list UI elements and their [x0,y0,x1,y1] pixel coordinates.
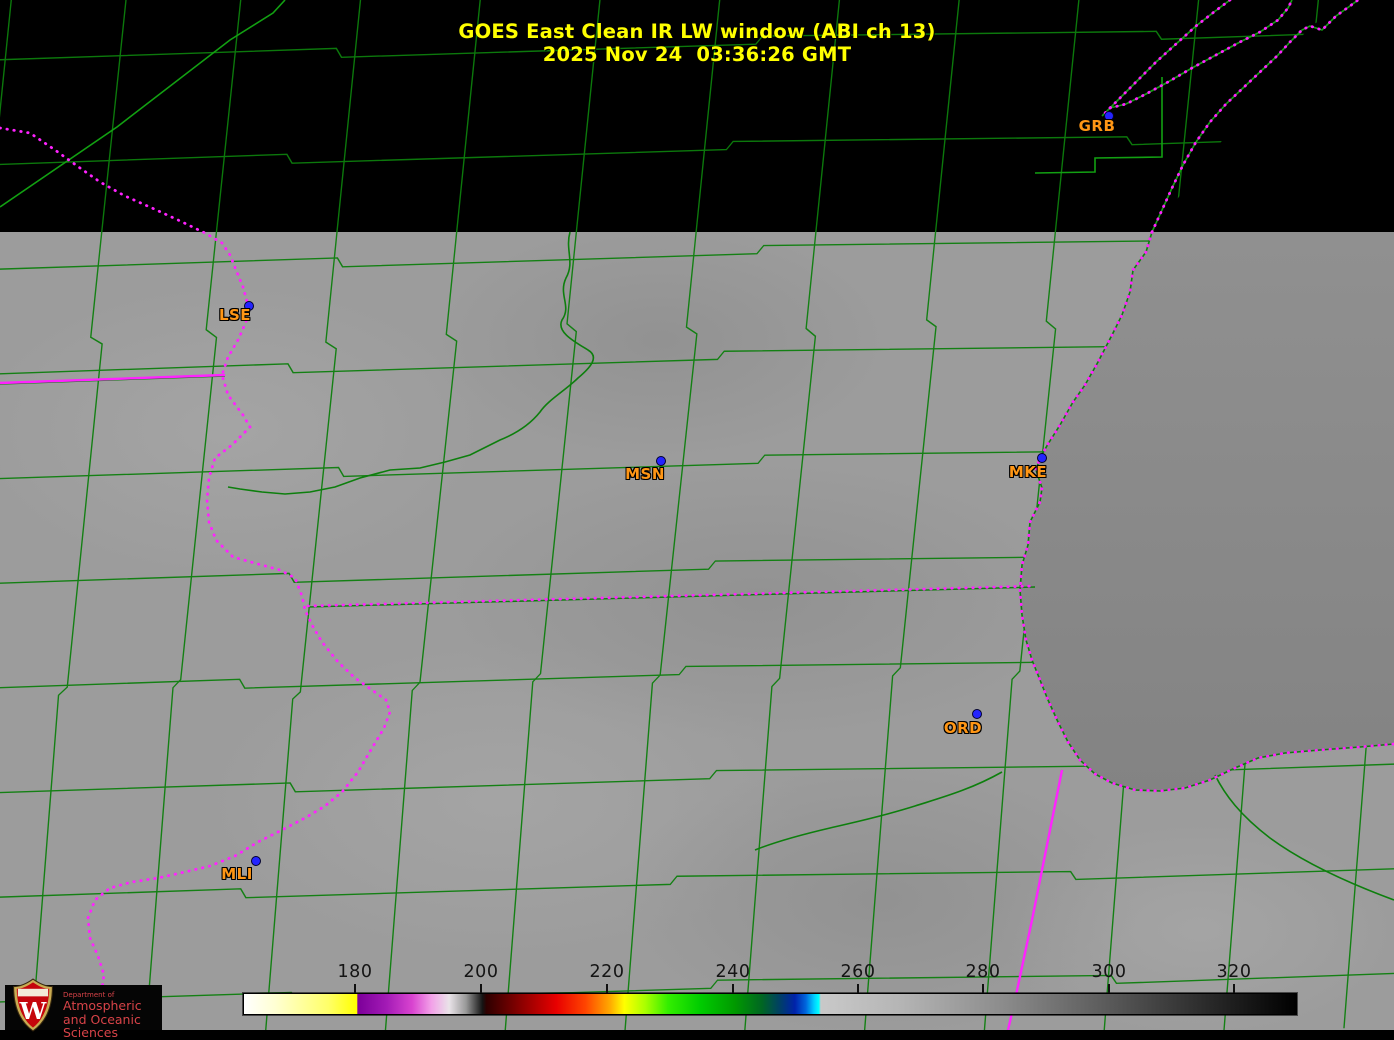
station-dot-MKE [1037,453,1047,463]
colorbar-tick-260 [857,984,859,993]
svg-text:W: W [19,997,47,1025]
station-label-MLI: MLI [221,865,253,883]
colorbar-label-240: 240 [715,962,751,982]
logo-name-line1: Atmospheric [63,998,142,1013]
station-label-LSE: LSE [218,306,252,324]
colorbar-label-220: 220 [589,962,625,982]
colorbar-tick-320 [1233,984,1235,993]
satellite-map [0,0,1394,1030]
colorbar-label-200: 200 [463,962,499,982]
colorbar-tick-220 [606,984,608,993]
colorbar-label-280: 280 [965,962,1001,982]
colorbar-tick-300 [1108,984,1110,993]
station-label-ORD: ORD [943,719,983,737]
colorbar-label-320: 320 [1216,962,1252,982]
station-label-MKE: MKE [1008,463,1048,481]
timestamp: 2025 Nov 24 03:36:26 GMT [542,43,852,66]
station-label-GRB: GRB [1078,117,1116,135]
colorbar-label-260: 260 [840,962,876,982]
satellite-image-viewport: GOES East Clean IR LW window (ABI ch 13)… [0,0,1394,1038]
colorbar-tick-240 [732,984,734,993]
station-label-MSN: MSN [625,465,665,483]
uw-aos-logo: W Department of Atmospheric and Oceanic … [5,978,162,1038]
logo-name-line2: and Oceanic Sciences [63,1012,141,1040]
temperature-colorbar [243,993,1297,1015]
station-dot-ORD [972,709,982,719]
colorbar-tick-280 [982,984,984,993]
image-title-block: GOES East Clean IR LW window (ABI ch 13)… [0,20,1394,66]
uw-crest-icon: W [13,978,53,1032]
colorbar-tick-200 [480,984,482,993]
colorbar-tick-180 [354,984,356,993]
colorbar-label-180: 180 [337,962,373,982]
product-title: GOES East Clean IR LW window (ABI ch 13) [458,20,936,43]
colorbar-label-300: 300 [1091,962,1127,982]
